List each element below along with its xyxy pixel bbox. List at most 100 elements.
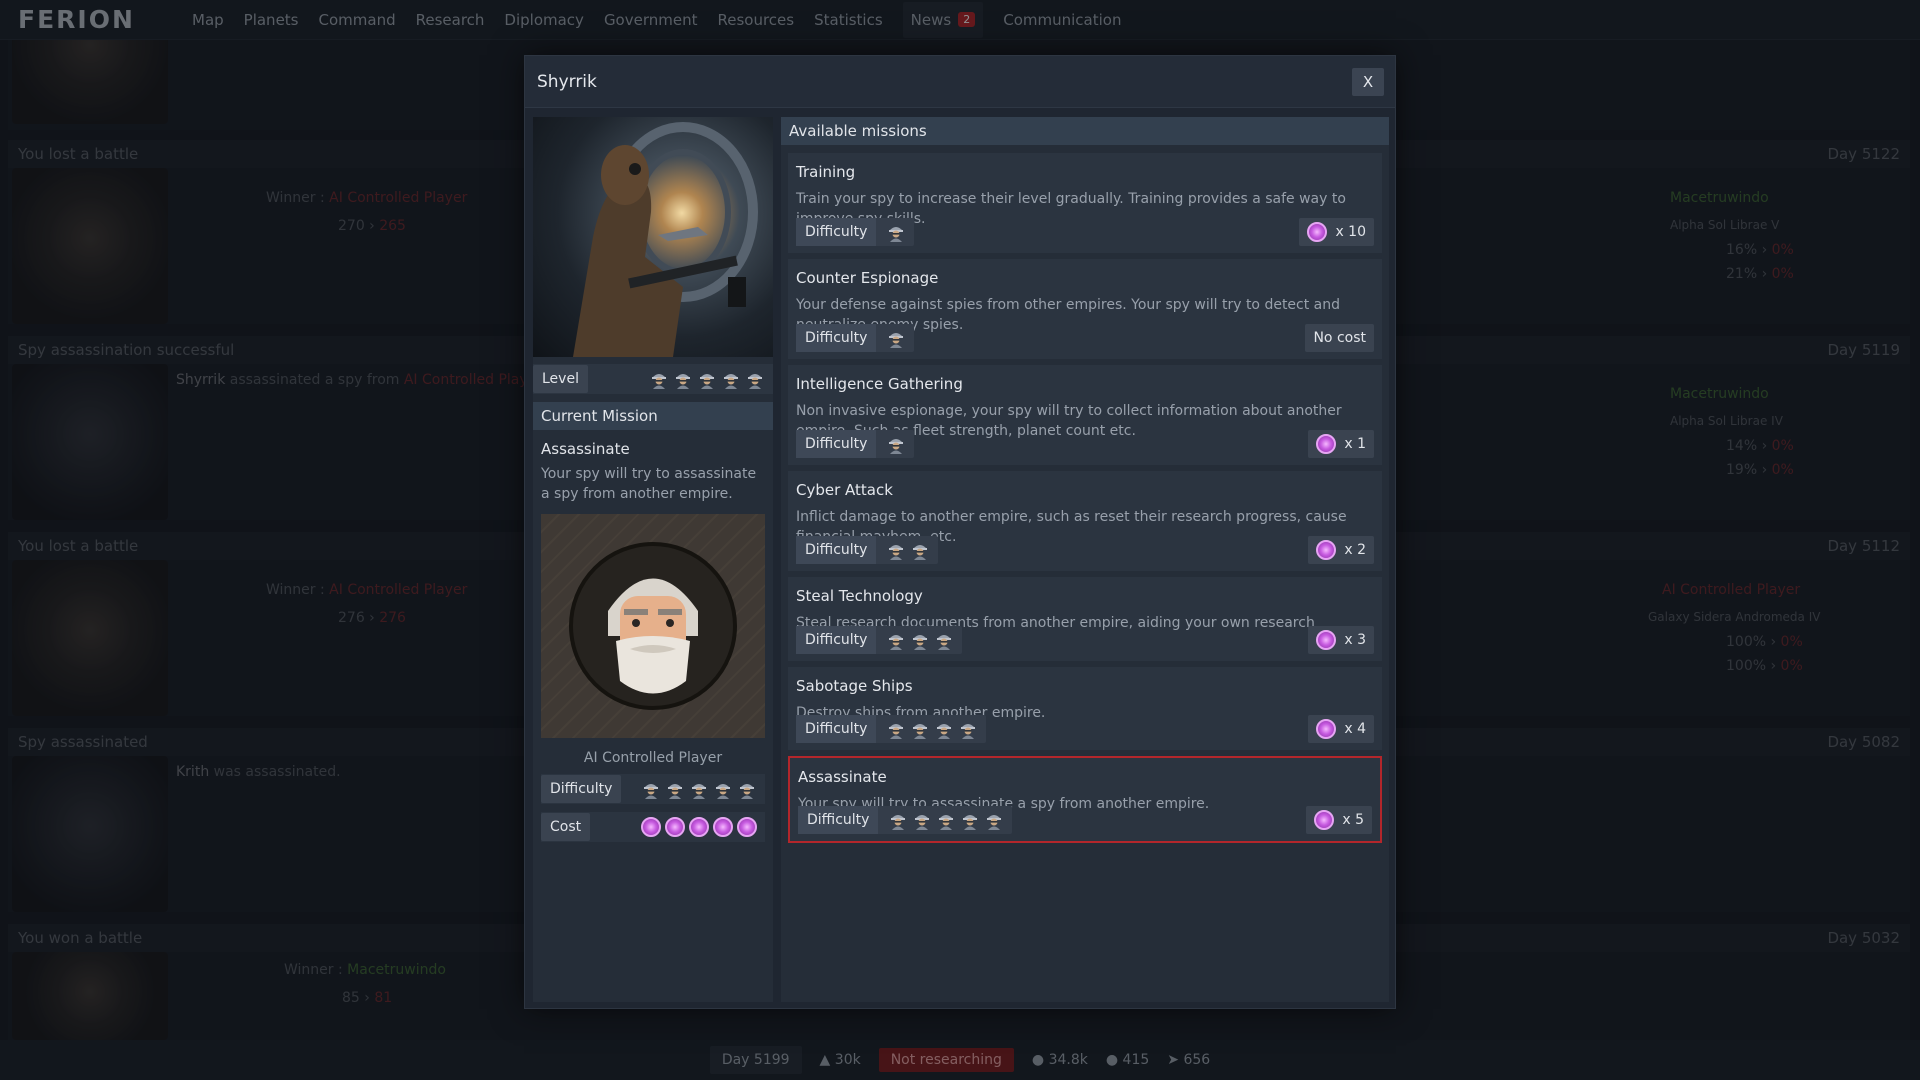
mission-card[interactable]: Training Train your spy to increase their… xyxy=(788,153,1382,253)
credit-coin-icon xyxy=(689,817,709,837)
mission-cost-label: x 3 xyxy=(1344,632,1366,648)
difficulty-label: Difficulty xyxy=(541,775,622,803)
spy-icon xyxy=(676,374,690,389)
current-mission-title: Assassinate xyxy=(541,440,630,458)
level-row: Level xyxy=(533,364,773,394)
mission-footer: Difficulty x 10 xyxy=(796,218,1374,246)
mission-footer: Difficulty x 5 xyxy=(798,806,1372,834)
credit-coin-icon xyxy=(1316,434,1337,454)
difficulty-icons xyxy=(641,779,765,799)
cost-icons xyxy=(641,817,765,837)
mission-difficulty: Difficulty xyxy=(796,430,915,458)
mission-difficulty: Difficulty xyxy=(796,324,915,352)
mission-card[interactable]: Counter Espionage Your defense against sp… xyxy=(788,259,1382,359)
difficulty-label: Difficulty xyxy=(796,536,877,564)
spy-icon xyxy=(987,815,1002,830)
level-label: Level xyxy=(533,365,588,393)
spy-icon xyxy=(700,374,714,389)
mission-title: Steal Technology xyxy=(796,587,923,605)
credit-coin-icon xyxy=(1316,719,1337,739)
mission-card[interactable]: Intelligence Gathering Non invasive espio… xyxy=(788,365,1382,465)
spy-icon xyxy=(913,724,928,739)
credit-coin-icon xyxy=(641,817,661,837)
spy-icon xyxy=(724,374,738,389)
mission-difficulty: Difficulty xyxy=(796,626,963,654)
spy-icon xyxy=(652,374,666,389)
difficulty-label: Difficulty xyxy=(796,218,877,246)
close-button[interactable]: X xyxy=(1352,67,1384,96)
mission-cost-button[interactable]: No cost xyxy=(1305,324,1374,352)
credit-coin-icon xyxy=(1314,810,1335,830)
spy-icon xyxy=(889,545,904,560)
spy-icon xyxy=(961,724,976,739)
dialog-title: Shyrrik xyxy=(537,71,597,92)
difficulty-label: Difficulty xyxy=(798,806,879,834)
credit-coin-icon xyxy=(713,817,733,837)
credit-coin-icon xyxy=(1316,540,1337,560)
difficulty-icons xyxy=(876,630,962,650)
spy-icon xyxy=(716,784,730,799)
mission-title: Cyber Attack xyxy=(796,481,893,499)
difficulty-icons xyxy=(878,810,1012,830)
difficulty-label: Difficulty xyxy=(796,430,877,458)
mission-cost-button[interactable]: x 5 xyxy=(1306,806,1372,834)
spy-icon xyxy=(913,545,928,560)
cost-label: Cost xyxy=(541,813,591,841)
credit-coin-icon xyxy=(737,817,757,837)
mission-card[interactable]: Cyber Attack Inflict damage to another em… xyxy=(788,471,1382,571)
difficulty-label: Difficulty xyxy=(796,715,877,743)
mission-title: Counter Espionage xyxy=(796,269,939,287)
mission-footer: Difficulty x 4 xyxy=(796,715,1374,743)
mission-card[interactable]: Assassinate Your spy will try to assassin… xyxy=(788,756,1382,843)
spy-icon xyxy=(644,784,658,799)
mission-title: Assassinate xyxy=(798,768,887,786)
credit-coin-icon xyxy=(1307,222,1328,242)
mission-cost-label: x 4 xyxy=(1344,721,1366,737)
mission-cost-label: x 1 xyxy=(1344,436,1366,452)
difficulty-label: Difficulty xyxy=(796,324,877,352)
target-portrait xyxy=(541,514,765,738)
spy-info-panel: Level Current Mission Assassinate Your s… xyxy=(533,117,773,1002)
mission-cost-button[interactable]: x 3 xyxy=(1308,626,1374,654)
spy-icon xyxy=(889,724,904,739)
spy-icon xyxy=(889,227,904,242)
mission-cost-label: x 10 xyxy=(1335,224,1366,240)
spy-icon xyxy=(748,374,762,389)
level-icons xyxy=(649,369,773,389)
dialog-header: Shyrrik X xyxy=(525,56,1395,108)
mission-card[interactable]: Sabotage Ships Destroy ships from another… xyxy=(788,667,1382,750)
spy-mission-dialog: Shyrrik X Level Current Mission Assassin… xyxy=(524,55,1396,1009)
mission-difficulty: Difficulty xyxy=(796,715,987,743)
spy-icon xyxy=(740,784,754,799)
spy-icon xyxy=(937,635,952,650)
spy-icon xyxy=(915,815,930,830)
spy-icon xyxy=(891,815,906,830)
mission-cost-button[interactable]: x 1 xyxy=(1308,430,1374,458)
mission-cost-button[interactable]: x 2 xyxy=(1308,536,1374,564)
difficulty-icons xyxy=(876,719,986,739)
difficulty-icons xyxy=(876,540,938,560)
mission-cost-button[interactable]: x 10 xyxy=(1299,218,1374,246)
spy-icon xyxy=(963,815,978,830)
mission-cost-label: No cost xyxy=(1313,330,1366,346)
spy-icon xyxy=(692,784,706,799)
difficulty-icons xyxy=(876,434,914,454)
mission-cost-button[interactable]: x 4 xyxy=(1308,715,1374,743)
available-missions-panel: Available missions Training Train your sp… xyxy=(781,117,1389,1002)
mission-card[interactable]: Steal Technology Steal research documents… xyxy=(788,577,1382,661)
difficulty-icons xyxy=(876,222,914,242)
mission-footer: Difficulty No cost xyxy=(796,324,1374,352)
mission-cost-label: x 5 xyxy=(1342,812,1364,828)
spy-icon xyxy=(889,439,904,454)
target-avatar-art xyxy=(569,542,737,710)
mission-title: Intelligence Gathering xyxy=(796,375,963,393)
spy-portrait-art xyxy=(573,122,758,357)
mission-footer: Difficulty x 1 xyxy=(796,430,1374,458)
current-difficulty-row: Difficulty xyxy=(541,774,765,804)
spy-icon xyxy=(913,635,928,650)
spy-portrait xyxy=(533,117,773,357)
spy-icon xyxy=(889,333,904,348)
mission-difficulty: Difficulty xyxy=(796,536,939,564)
spy-icon xyxy=(889,635,904,650)
mission-footer: Difficulty x 3 xyxy=(796,626,1374,654)
